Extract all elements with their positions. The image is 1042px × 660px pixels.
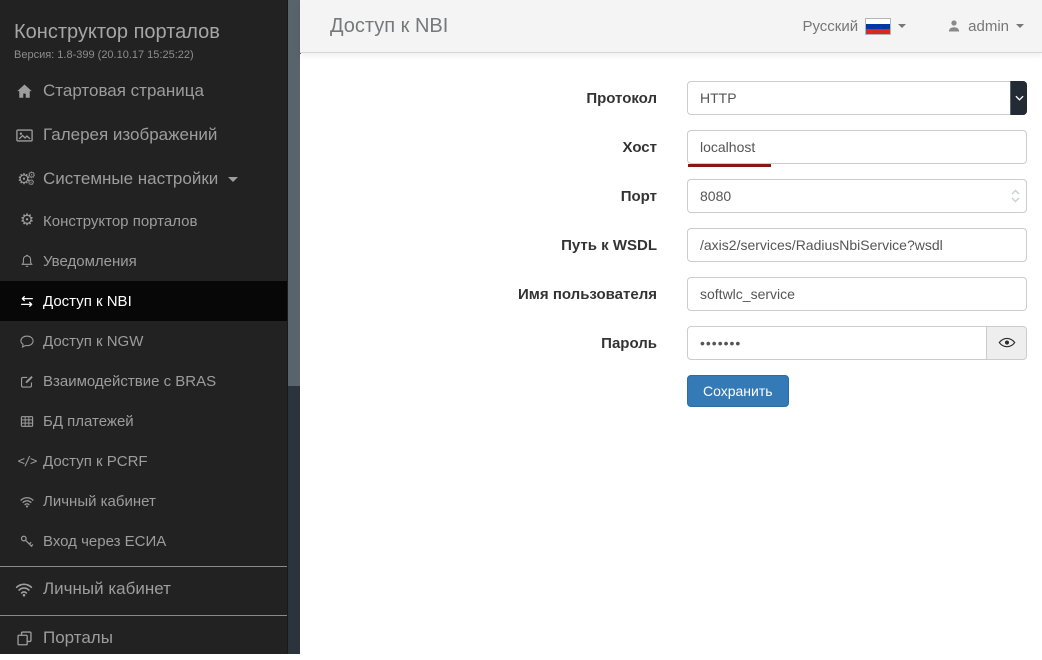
username-input[interactable] [687,277,1027,311]
port-input[interactable] [687,179,1027,213]
home-icon [14,82,34,101]
username-label: Имя пользователя [300,277,657,311]
sidebar-item-image-gallery[interactable]: Галерея изображений [0,113,287,157]
sidebar-item-ngw-access[interactable]: Доступ к NGW [0,321,287,361]
password-label: Пароль [300,326,657,360]
code-icon: </> [19,454,35,468]
password-input[interactable] [687,326,987,360]
app-version: Версия: 1.8-399 (20.10.17 15:25:22) [14,49,273,61]
sidebar-item-label: БД платежей [43,413,134,430]
image-icon [14,126,34,145]
sidebar-item-portal-constructor[interactable]: ⚙ Конструктор порталов [0,201,287,241]
gears-icon: ⚙⚙⚙ [14,172,34,187]
host-input[interactable] [687,130,1027,164]
sidebar-item-label: Уведомления [43,253,137,270]
main-content: Протокол HTTP Хост Порт [300,54,1042,654]
sidebar-item-label: Доступ к PCRF [43,453,148,470]
port-label: Порт [300,179,657,213]
sidebar-item-pcrf-access[interactable]: </> Доступ к PCRF [0,441,287,481]
eye-icon [998,334,1016,352]
wsdl-path-label: Путь к WSDL [300,228,657,262]
show-password-button[interactable] [987,326,1027,360]
sidebar-item-label: Стартовая страница [43,81,204,101]
table-icon [19,413,35,430]
user-dropdown[interactable]: admin [946,18,1024,35]
sidebar-item-personal-cabinet[interactable]: Личный кабинет [0,567,287,611]
chevron-down-icon [228,177,238,182]
sidebar-item-system-settings[interactable]: ⚙⚙⚙ Системные настройки [0,157,287,201]
clone-icon [14,629,34,648]
host-label: Хост [300,130,657,164]
sidebar-item-label: Доступ к NGW [43,333,143,350]
protocol-label: Протокол [300,81,657,115]
edit-icon [19,373,35,390]
sidebar-item-bras-interaction[interactable]: Взаимодействие с BRAS [0,361,287,401]
gear-icon: ⚙ [19,213,35,229]
language-label: Русский [802,18,858,35]
sidebar-item-start-page[interactable]: Стартовая страница [0,69,287,113]
sidebar-item-notifications[interactable]: Уведомления [0,241,287,281]
chevron-down-icon [898,24,906,28]
sidebar-item-nbi-access[interactable]: Доступ к NBI [0,281,287,321]
protocol-selected-value: HTTP [700,90,737,106]
sidebar: Конструктор порталов Версия: 1.8-399 (20… [0,0,300,654]
sidebar-scrollbar-track[interactable] [287,0,300,654]
wifi-icon [14,579,34,599]
sidebar-item-label: Галерея изображений [43,125,217,145]
sidebar-item-personal-cabinet-sub[interactable]: Личный кабинет [0,481,287,521]
sidebar-item-payments-db[interactable]: БД платежей [0,401,287,441]
sidebar-item-portals[interactable]: Порталы [0,616,287,660]
comment-icon [19,333,35,350]
russian-flag-icon [865,18,891,35]
key-icon [19,533,35,550]
sidebar-item-label: Взаимодействие с BRAS [43,373,216,390]
language-dropdown[interactable]: Русский [802,18,906,35]
sidebar-item-label: Доступ к NBI [43,293,132,310]
save-button[interactable]: Сохранить [687,375,789,407]
user-icon [946,18,962,34]
user-label: admin [968,18,1009,35]
nbi-access-form: Протокол HTTP Хост Порт [300,54,1042,407]
chevron-down-icon [1016,24,1024,28]
exchange-icon [19,293,35,310]
wifi-icon [19,493,35,510]
page-title: Доступ к NBI [330,15,802,38]
number-spinner[interactable] [1010,179,1021,213]
sidebar-item-label: Личный кабинет [43,579,171,599]
spellcheck-underline [688,164,771,167]
sidebar-item-label: Порталы [43,628,113,648]
bell-icon [19,253,35,270]
select-arrow-button[interactable] [1010,81,1027,115]
wsdl-path-input[interactable] [687,228,1027,262]
sidebar-item-label: Конструктор порталов [43,213,197,230]
sidebar-item-esia-login[interactable]: Вход через ЕСИА [0,521,287,561]
protocol-select[interactable]: HTTP [687,81,1027,115]
app-brand: Конструктор порталов Версия: 1.8-399 (20… [0,0,287,61]
topbar: Доступ к NBI Русский admin [300,0,1042,53]
sidebar-item-label: Системные настройки [43,169,218,189]
app-title: Конструктор порталов [14,20,273,44]
sidebar-nav: Стартовая страница Галерея изображений ⚙… [0,69,287,660]
sidebar-item-label: Личный кабинет [43,493,156,510]
sidebar-item-label: Вход через ЕСИА [43,533,166,550]
